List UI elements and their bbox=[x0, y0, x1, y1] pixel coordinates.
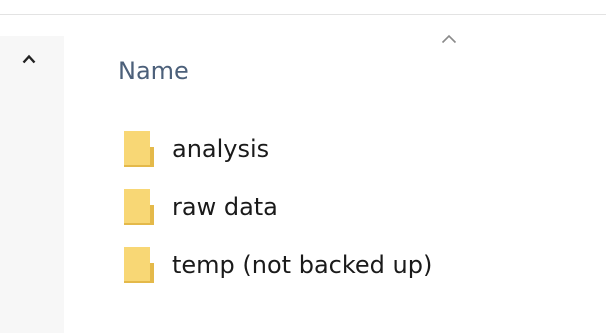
sort-ascending-indicator bbox=[434, 30, 464, 48]
folder-icon bbox=[122, 245, 156, 285]
file-name: analysis bbox=[172, 135, 270, 163]
file-list: analysis raw data temp (not backed up) bbox=[104, 120, 544, 294]
list-item[interactable]: analysis bbox=[104, 120, 544, 178]
scroll-up-button[interactable] bbox=[18, 48, 40, 70]
list-item[interactable]: temp (not backed up) bbox=[104, 236, 544, 294]
list-item[interactable]: raw data bbox=[104, 178, 544, 236]
folder-icon bbox=[122, 187, 156, 227]
navigation-pane bbox=[0, 36, 64, 333]
name-column-header[interactable]: Name bbox=[104, 52, 524, 90]
file-name: temp (not backed up) bbox=[172, 251, 433, 279]
chevron-up-icon bbox=[22, 54, 36, 64]
name-column-label: Name bbox=[118, 57, 189, 85]
folder-icon bbox=[122, 129, 156, 169]
toolbar-divider bbox=[0, 14, 606, 15]
file-name: raw data bbox=[172, 193, 278, 221]
file-explorer-window: Name analysis raw data temp (not backed … bbox=[0, 0, 606, 333]
sort-chevron-icon bbox=[441, 34, 457, 44]
